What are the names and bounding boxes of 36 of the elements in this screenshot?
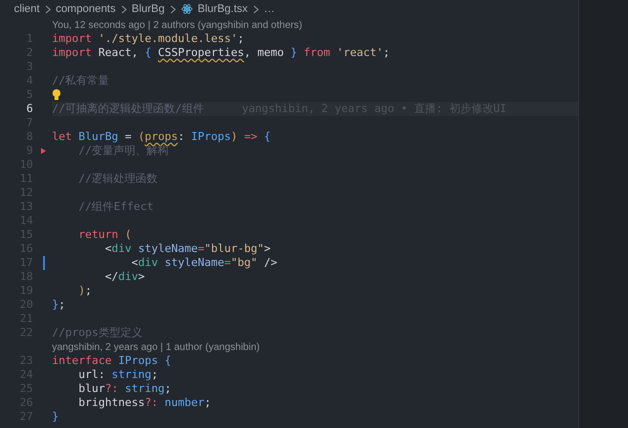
chevron-right-icon — [252, 4, 259, 14]
codelens-blame[interactable]: You, 12 seconds ago | 2 authors (yangshibin and others) — [52, 18, 302, 32]
code-line: url: string; — [77, 368, 158, 382]
folder-crumb[interactable]: client — [14, 0, 40, 18]
code-line: //变量声明、解构 — [77, 144, 169, 158]
code-line: return ( — [77, 228, 132, 242]
code-line: //组件Effect — [77, 200, 154, 214]
codelens-blame[interactable]: yangshibin, 2 years ago | 1 author (yangshibin) — [52, 340, 260, 354]
chevron-right-icon — [170, 4, 176, 14]
file-tab-crumb[interactable]: BlurBg.tsx — [198, 0, 248, 18]
code-line: //props类型定义 — [52, 326, 142, 340]
folder-crumb[interactable]: components — [56, 0, 116, 18]
code-line: }; — [52, 298, 66, 312]
deleted-line-marker-icon[interactable] — [40, 148, 46, 154]
code-line: <div styleName="bg" /> — [130, 256, 278, 270]
code-line: ); — [77, 284, 92, 298]
code-line: import React, { CSSProperties, memo } from 'react'; — [52, 46, 390, 60]
code-line: //逻辑处理函数 — [77, 172, 158, 186]
modified-line-marker[interactable] — [43, 256, 45, 270]
code-line: //可抽离的逻辑处理函数/组件 — [52, 102, 204, 116]
code-line: let BlurBg = (props: IProps) => { — [52, 130, 271, 144]
chevron-right-icon — [120, 4, 127, 14]
code-line: </div> — [104, 270, 145, 284]
code-line: blur?: string; — [77, 382, 172, 396]
code-line: interface IProps { — [52, 354, 172, 368]
folder-crumb[interactable]: BlurBg — [132, 0, 165, 18]
code-line: } — [52, 410, 59, 424]
more-crumb[interactable]: … — [264, 0, 275, 18]
code-line: import './style.module.less'; — [52, 32, 244, 46]
chevron-right-icon — [44, 4, 51, 14]
code-line: <div styleName="blur-bg"> — [104, 242, 271, 256]
code-line: brightness?: number; — [77, 396, 211, 410]
lightbulb-icon[interactable] — [52, 89, 61, 101]
react-atom-icon — [180, 3, 193, 15]
code-line: //私有常量 — [52, 74, 110, 88]
line-number: 6 — [25, 100, 33, 117]
